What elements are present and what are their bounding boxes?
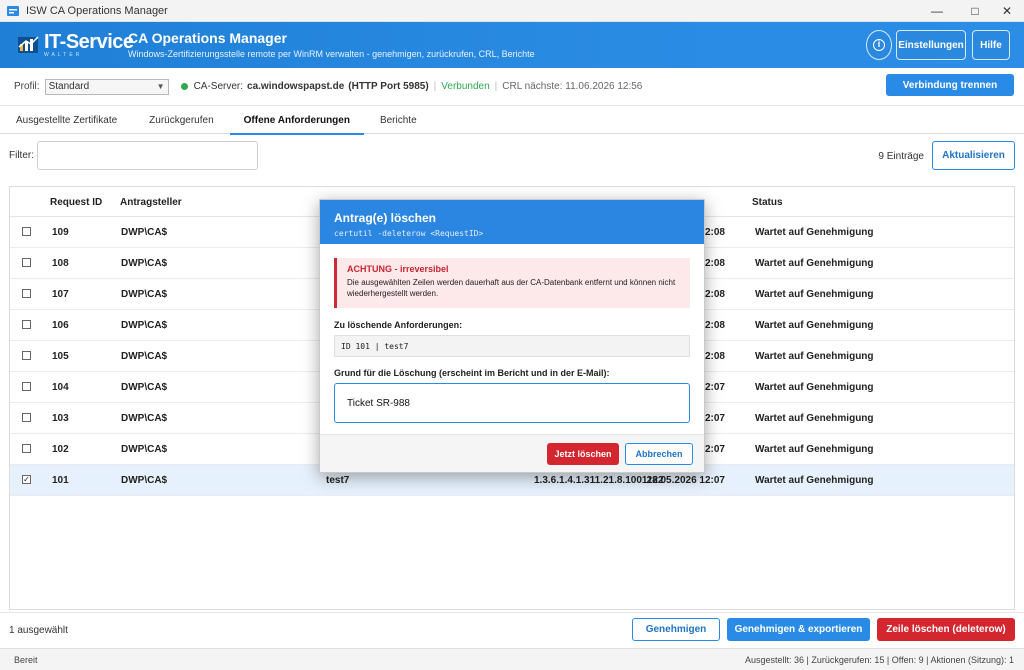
requests-list: ID 101 | test7 — [334, 335, 690, 357]
app-subtitle: Windows-Zertifizierungsstelle remote per… — [128, 49, 535, 59]
window-title: ISW CA Operations Manager — [26, 4, 168, 17]
warning-text: Die ausgewählten Zeilen werden dauerhaft… — [347, 278, 676, 298]
minimize-icon[interactable]: — — [920, 0, 954, 22]
dialog-header: Antrag(e) löschen certutil -deleterow <R… — [320, 200, 704, 244]
help-button[interactable]: Hilfe — [972, 30, 1010, 60]
reason-input[interactable]: Ticket SR-988 — [334, 383, 690, 423]
app-title: CA Operations Manager — [128, 30, 287, 46]
warning-box: ACHTUNG - irreversibel Die ausgewählten … — [334, 258, 690, 308]
title-bar: ISW CA Operations Manager — □ ✕ — [0, 0, 1024, 22]
requests-list-label: Zu löschende Anforderungen: — [334, 320, 463, 330]
app-icon — [7, 5, 19, 16]
settings-button[interactable]: Einstellungen — [896, 30, 966, 60]
delete-request-dialog: Antrag(e) löschen certutil -deleterow <R… — [319, 199, 705, 473]
reason-label: Grund für die Löschung (erscheint im Ber… — [334, 368, 610, 378]
warning-title: ACHTUNG - irreversibel — [347, 264, 449, 274]
dialog-footer: Jetzt löschen Abbrechen — [320, 434, 704, 472]
logo-mark-icon — [18, 36, 39, 53]
logo-text: IT-Service — [44, 30, 134, 53]
dialog-command: certutil -deleterow <RequestID> — [334, 229, 484, 238]
info-button[interactable]: i — [866, 30, 892, 60]
confirm-delete-button[interactable]: Jetzt löschen — [547, 443, 619, 465]
company-logo: IT-Service WALTER — [16, 30, 134, 60]
maximize-icon[interactable]: □ — [958, 0, 992, 22]
app-header: IT-Service WALTER CA Operations Manager … — [0, 22, 1024, 68]
info-icon: i — [873, 39, 885, 51]
close-icon[interactable]: ✕ — [990, 0, 1024, 22]
cancel-button[interactable]: Abbrechen — [625, 443, 693, 465]
dialog-title: Antrag(e) löschen — [334, 211, 437, 225]
